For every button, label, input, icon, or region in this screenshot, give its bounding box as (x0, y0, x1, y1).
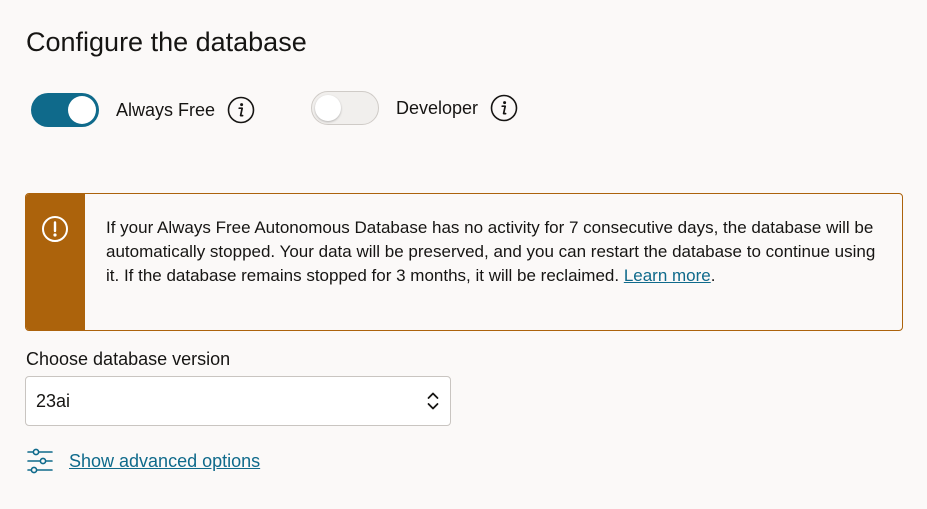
show-advanced-options[interactable]: Show advanced options (27, 448, 260, 474)
exclamation-circle-icon (41, 215, 69, 243)
configure-database-page: Configure the database Always Free Devel… (0, 0, 927, 509)
switch-knob (68, 96, 96, 124)
always-free-label: Always Free (116, 99, 216, 120)
sliders-icon (27, 448, 53, 474)
developer-toggle-group: Developer (311, 91, 518, 125)
database-version-label: Choose database version (26, 349, 231, 369)
warning-trailing: . (710, 266, 716, 285)
switch-knob (315, 95, 341, 121)
developer-switch[interactable] (311, 91, 379, 125)
learn-more-link[interactable]: Learn more (624, 266, 711, 285)
chevron-up-down-icon (426, 389, 440, 413)
info-icon[interactable] (490, 94, 518, 122)
warning-message-box: If your Always Free Autonomous Database … (25, 193, 903, 331)
warning-stripe (26, 194, 85, 330)
database-version-value: 23ai (36, 390, 71, 411)
warning-message: If your Always Free Autonomous Database … (106, 218, 876, 285)
warning-message-text: If your Always Free Autonomous Database … (85, 194, 902, 330)
developer-label: Developer (396, 97, 479, 118)
always-free-switch[interactable] (31, 93, 99, 127)
info-icon[interactable] (227, 96, 255, 124)
show-advanced-options-link[interactable]: Show advanced options (69, 451, 260, 472)
page-title: Configure the database (26, 27, 307, 57)
always-free-toggle-group: Always Free (31, 93, 255, 127)
database-version-select[interactable]: 23ai (25, 376, 451, 426)
